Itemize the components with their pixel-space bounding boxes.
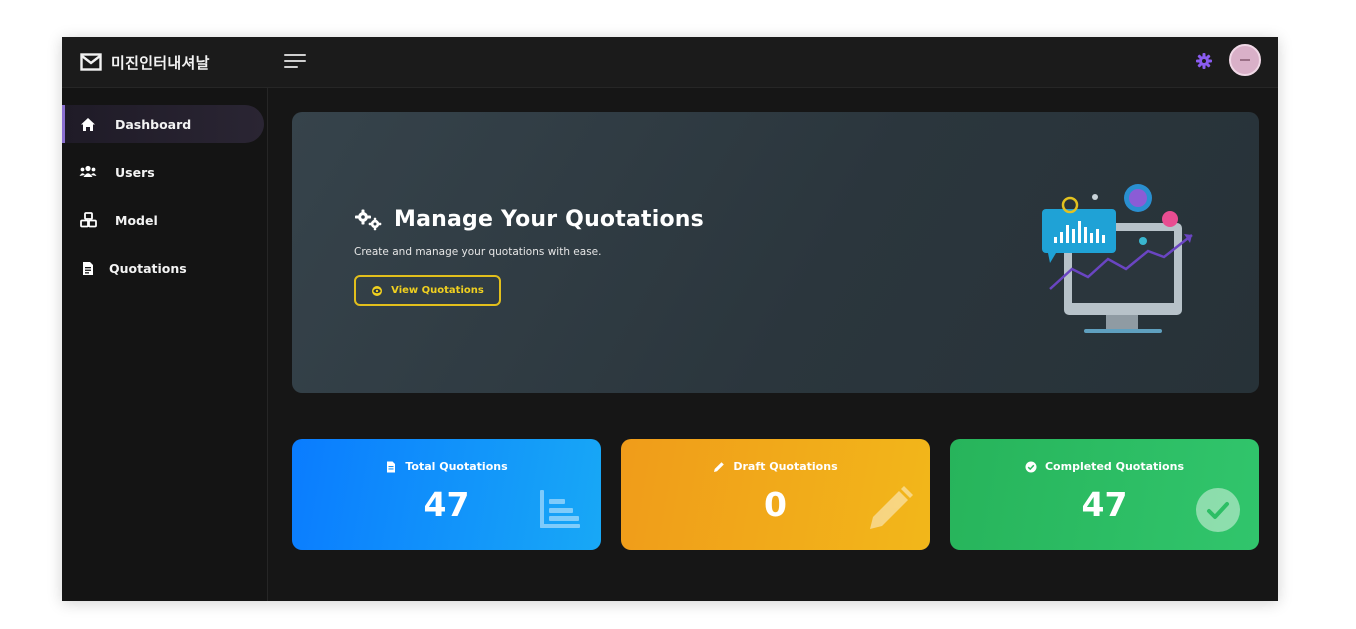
analytics-monitor-illustration: [1042, 184, 1193, 333]
view-quotations-label: View Quotations: [391, 285, 484, 296]
mail-icon: [80, 53, 102, 71]
users-icon: [79, 163, 97, 181]
cubes-icon: [79, 211, 97, 229]
card-header: Total Quotations: [292, 460, 601, 473]
brand-name: 미진인터내셔날: [111, 53, 210, 72]
file-icon: [79, 259, 97, 277]
card-title: Completed Quotations: [1044, 460, 1184, 473]
home-icon: [79, 115, 97, 133]
gears-icon: [355, 209, 382, 230]
hero-subtitle: Create and manage your quotations with e…: [354, 246, 602, 258]
top-bar: 미진인터내셔날: [62, 37, 1278, 88]
file-icon: [387, 461, 396, 472]
eye-icon: [372, 285, 383, 296]
sidebar-item-quotations[interactable]: Quotations: [62, 249, 264, 287]
sidebar-item-model[interactable]: Model: [62, 201, 264, 239]
sidebar-item-users[interactable]: Users: [62, 153, 264, 191]
check-circle-icon: [1025, 461, 1037, 472]
card-title: Draft Quotations: [733, 460, 838, 473]
hero-title-row: Manage Your Quotations: [354, 207, 704, 232]
check-circle-icon: [1196, 488, 1240, 532]
sidebar: Dashboard Users Model Quotations: [62, 88, 268, 601]
draft-quotations-card[interactable]: Draft Quotations 0: [621, 439, 930, 550]
sidebar-item-dashboard[interactable]: Dashboard: [62, 105, 264, 143]
sidebar-item-label: Quotations: [109, 260, 187, 276]
bar-chart-icon: [540, 490, 580, 528]
sidebar-item-label: Model: [115, 212, 158, 228]
hero-title: Manage Your Quotations: [394, 207, 704, 232]
hamburger-menu-icon[interactable]: [284, 51, 310, 73]
view-quotations-button[interactable]: View Quotations: [354, 275, 501, 306]
pencil-icon: [714, 461, 725, 472]
total-quotations-card[interactable]: Total Quotations 47: [292, 439, 601, 550]
sidebar-item-label: Dashboard: [115, 116, 192, 132]
pencil-icon: [870, 486, 913, 529]
user-avatar-icon[interactable]: [1229, 44, 1261, 76]
card-title: Total Quotations: [405, 460, 508, 473]
app-window: 미진인터내셔날 Dashboard Users Model Quotations…: [62, 37, 1278, 601]
hero-banner: Manage Your Quotations Create and manage…: [292, 112, 1259, 393]
gear-icon[interactable]: [1195, 52, 1213, 70]
sidebar-item-label: Users: [115, 164, 155, 180]
card-header: Draft Quotations: [621, 460, 930, 473]
brand[interactable]: 미진인터내셔날: [80, 51, 210, 73]
card-header: Completed Quotations: [950, 460, 1259, 473]
completed-quotations-card[interactable]: Completed Quotations 47: [950, 439, 1259, 550]
